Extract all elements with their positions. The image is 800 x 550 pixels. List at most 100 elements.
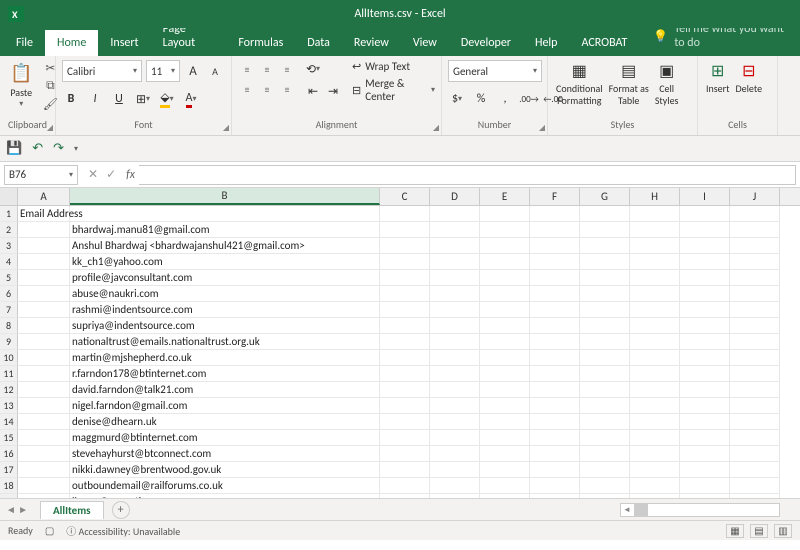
cell[interactable]	[380, 398, 430, 414]
cell[interactable]	[480, 446, 530, 462]
cell[interactable]	[430, 462, 480, 478]
cell[interactable]	[480, 366, 530, 382]
cell[interactable]	[430, 318, 480, 334]
cell[interactable]: bhardwaj.manu81@gmail.com	[70, 222, 380, 238]
cell[interactable]	[380, 222, 430, 238]
tab-data[interactable]: Data	[295, 30, 342, 56]
cell[interactable]	[430, 446, 480, 462]
cell[interactable]	[580, 302, 630, 318]
cell[interactable]	[480, 430, 530, 446]
cell[interactable]	[730, 478, 780, 494]
cell[interactable]: supriya@indentsource.com	[70, 318, 380, 334]
percent-button[interactable]: %	[472, 90, 490, 108]
cell[interactable]	[480, 222, 530, 238]
cell[interactable]	[630, 478, 680, 494]
cell[interactable]	[680, 270, 730, 286]
underline-button[interactable]: U	[110, 90, 128, 108]
cell[interactable]	[680, 366, 730, 382]
accounting-format-button[interactable]: $▾	[448, 90, 466, 108]
cell[interactable]	[630, 270, 680, 286]
align-left-button[interactable]: ≡	[238, 80, 256, 98]
increase-decimal-button[interactable]: .00→	[520, 90, 538, 108]
horizontal-scrollbar[interactable]: ◄	[620, 503, 780, 517]
shrink-font-button[interactable]: A	[206, 62, 224, 80]
cell[interactable]: kk_ch1@yahoo.com	[70, 254, 380, 270]
new-sheet-button[interactable]: +	[112, 501, 130, 519]
cell[interactable]	[430, 478, 480, 494]
cell[interactable]	[730, 462, 780, 478]
cell[interactable]	[630, 350, 680, 366]
cell[interactable]	[430, 334, 480, 350]
cell[interactable]	[380, 430, 430, 446]
cell[interactable]	[430, 206, 480, 222]
cell[interactable]	[430, 238, 480, 254]
cell[interactable]: denise@dhearn.uk	[70, 414, 380, 430]
cell[interactable]	[530, 318, 580, 334]
alignment-launcher-icon[interactable]: ◢	[433, 123, 439, 133]
cell[interactable]	[680, 222, 730, 238]
tab-review[interactable]: Review	[342, 30, 401, 56]
cell[interactable]	[18, 270, 70, 286]
cell[interactable]	[430, 366, 480, 382]
cell[interactable]	[380, 366, 430, 382]
cell[interactable]	[730, 254, 780, 270]
cell[interactable]	[530, 462, 580, 478]
cell[interactable]	[680, 382, 730, 398]
cell[interactable]: martin@mjshepherd.co.uk	[70, 350, 380, 366]
select-all-corner[interactable]	[0, 188, 18, 205]
cell[interactable]	[380, 382, 430, 398]
align-right-button[interactable]: ≡	[278, 80, 296, 98]
cell[interactable]	[480, 398, 530, 414]
cell[interactable]	[18, 350, 70, 366]
cell[interactable]	[18, 366, 70, 382]
cell[interactable]	[70, 206, 380, 222]
cell[interactable]	[730, 430, 780, 446]
page-layout-view-button[interactable]: ▤	[750, 524, 768, 538]
cell[interactable]	[430, 382, 480, 398]
cell[interactable]	[530, 350, 580, 366]
cell[interactable]	[580, 238, 630, 254]
cell[interactable]	[480, 206, 530, 222]
cell[interactable]	[730, 446, 780, 462]
cell[interactable]	[18, 334, 70, 350]
row-header[interactable]: 11	[0, 366, 18, 382]
cell[interactable]	[530, 238, 580, 254]
row-header[interactable]: 7	[0, 302, 18, 318]
cell[interactable]	[580, 366, 630, 382]
cell[interactable]	[630, 254, 680, 270]
cell[interactable]	[18, 446, 70, 462]
fx-icon[interactable]: fx	[126, 168, 135, 182]
cell[interactable]	[680, 318, 730, 334]
cell[interactable]	[380, 238, 430, 254]
cell[interactable]	[430, 398, 480, 414]
cell[interactable]	[630, 206, 680, 222]
cell[interactable]	[580, 462, 630, 478]
cell[interactable]	[18, 222, 70, 238]
cell[interactable]	[580, 350, 630, 366]
cell[interactable]: maggmurd@btinternet.com	[70, 430, 380, 446]
enter-formula-icon[interactable]: ✓	[106, 167, 116, 182]
cell[interactable]	[18, 430, 70, 446]
save-button[interactable]: 💾	[6, 141, 22, 156]
row-header[interactable]: 6	[0, 286, 18, 302]
cell[interactable]	[630, 430, 680, 446]
cell[interactable]: david.farndon@talk21.com	[70, 382, 380, 398]
cell[interactable]	[430, 414, 480, 430]
cell[interactable]	[530, 302, 580, 318]
cell[interactable]	[580, 206, 630, 222]
cell[interactable]	[530, 222, 580, 238]
col-header-H[interactable]: H	[630, 188, 680, 205]
cell[interactable]	[580, 254, 630, 270]
col-header-G[interactable]: G	[580, 188, 630, 205]
align-center-button[interactable]: ≡	[258, 80, 276, 98]
cell[interactable]	[580, 222, 630, 238]
cell[interactable]	[18, 414, 70, 430]
page-break-view-button[interactable]: ▥	[774, 524, 792, 538]
cell[interactable]	[530, 478, 580, 494]
align-middle-button[interactable]: ≡	[258, 60, 276, 78]
cancel-formula-icon[interactable]: ✕	[88, 167, 98, 182]
cell[interactable]	[630, 238, 680, 254]
qat-customize-icon[interactable]: ▾	[74, 144, 78, 154]
cell[interactable]	[580, 318, 630, 334]
row-header[interactable]: 14	[0, 414, 18, 430]
